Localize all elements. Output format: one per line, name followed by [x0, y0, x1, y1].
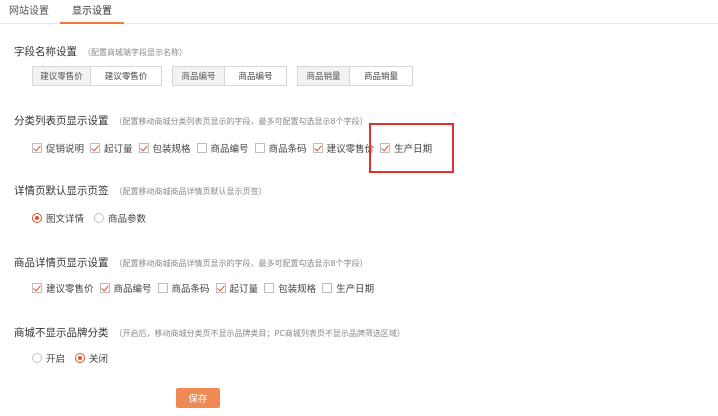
radio-unselected-icon[interactable] [32, 353, 42, 363]
save-button[interactable]: 保存 [176, 388, 220, 408]
detail-tab-title: 详情页默认显示页签 （配置移动商城商品详情页默认显示页签） [14, 183, 267, 198]
checkbox-label: 起订量 [229, 284, 259, 295]
radio-option[interactable]: 关闭 [75, 351, 108, 365]
checkbox-unchecked-icon[interactable] [157, 283, 168, 293]
checkbox-option[interactable]: 促销说明 [32, 141, 84, 155]
brand-category-options: 开启 关闭 [32, 351, 118, 365]
field-pair-product-code: 商品编号 商品编号 [172, 66, 287, 86]
checkbox-label: 促销说明 [46, 144, 85, 155]
field-pair-label: 建议零售价 [33, 67, 91, 85]
radio-selected-icon[interactable] [32, 213, 42, 223]
field-pair-label: 商品销量 [298, 67, 350, 85]
checkbox-option[interactable]: 建议零售价 [312, 141, 375, 155]
radio-unselected-icon[interactable] [94, 213, 105, 223]
highlight-box [369, 123, 454, 173]
checkbox-label: 生产日期 [336, 284, 375, 295]
category-list-title: 分类列表页显示设置 （配置移动商城分类列表页显示的字段，最多可配置勾选显示8个字段… [14, 113, 368, 128]
checkbox-option[interactable]: 商品条码 [157, 281, 210, 295]
checkbox-unchecked-icon[interactable] [196, 143, 207, 153]
tab-site-settings[interactable]: 网站设置 [9, 5, 49, 24]
checkbox-option[interactable]: 生产日期 [322, 281, 374, 295]
checkbox-option[interactable]: 起订量 [215, 281, 259, 295]
checkbox-unchecked-icon[interactable] [264, 283, 275, 293]
radio-selected-icon[interactable] [75, 353, 86, 363]
checkbox-label: 建议零售价 [326, 144, 375, 155]
checkbox-checked-icon[interactable] [215, 283, 226, 293]
checkbox-unchecked-icon[interactable] [322, 283, 333, 293]
checkbox-checked-icon[interactable] [32, 143, 42, 153]
retail-price-name-input[interactable]: 建议零售价 [91, 67, 161, 85]
brand-category-hint: （开启后，移动商城分类页不显示品牌类目；PC商城列表页不显示品牌筛选区域） [114, 329, 405, 338]
radio-label: 商品参数 [108, 214, 147, 225]
checkbox-label: 商品编号 [113, 284, 152, 295]
checkbox-label: 商品条码 [171, 284, 210, 295]
product-detail-heading: 商品详情页显示设置 [14, 257, 109, 269]
checkbox-checked-icon[interactable] [90, 143, 101, 153]
radio-label: 关闭 [89, 354, 109, 365]
radio-label: 图文详情 [46, 214, 85, 225]
field-pair-retail-price: 建议零售价 建议零售价 [32, 66, 162, 86]
product-code-name-input[interactable]: 商品编号 [225, 67, 286, 85]
category-list-hint: （配置移动商城分类列表页显示的字段，最多可配置勾选显示8个字段） [114, 117, 368, 126]
checkbox-option[interactable]: 包装规格 [264, 281, 316, 295]
settings-tabs: 网站设置 显示设置 [0, 0, 718, 24]
detail-tab-heading: 详情页默认显示页签 [14, 185, 109, 197]
sales-name-input[interactable]: 商品销量 [350, 67, 412, 85]
product-detail-hint: （配置移动商城商品详情页显示的字段，最多可配置勾选显示8个字段） [114, 259, 368, 268]
checkbox-checked-icon[interactable] [138, 143, 149, 153]
checkbox-label: 起订量 [104, 144, 133, 155]
radio-option[interactable]: 图文详情 [32, 211, 84, 225]
detail-tab-hint: （配置移动商城商品详情页默认显示页签） [114, 187, 267, 196]
checkbox-label: 商品编号 [210, 144, 249, 155]
radio-option[interactable]: 商品参数 [94, 211, 146, 225]
field-names-heading: 字段名称设置 [14, 46, 77, 58]
radio-option[interactable]: 开启 [32, 351, 65, 365]
checkbox-unchecked-icon[interactable] [254, 143, 265, 153]
field-names-title: 字段名称设置 （配置商城端字段显示名称） [14, 44, 187, 59]
detail-tab-options: 图文详情 商品参数 [32, 211, 156, 225]
checkbox-checked-icon[interactable] [32, 283, 42, 293]
product-detail-options: 建议零售价 商品编号 商品条码 起订量 包装规格 生产日期 [32, 281, 380, 295]
checkbox-option[interactable]: 包装规格 [138, 141, 191, 155]
field-names-hint: （配置商城端字段显示名称） [83, 48, 187, 57]
checkbox-label: 包装规格 [152, 144, 191, 155]
checkbox-checked-icon[interactable] [99, 283, 110, 293]
checkbox-checked-icon[interactable] [312, 143, 323, 153]
field-pair-label: 商品编号 [173, 67, 225, 85]
checkbox-label: 商品条码 [268, 144, 307, 155]
checkbox-option[interactable]: 商品条码 [254, 141, 307, 155]
brand-category-heading: 商城不显示品牌分类 [14, 327, 109, 339]
category-list-heading: 分类列表页显示设置 [14, 115, 109, 127]
checkbox-label: 建议零售价 [46, 284, 94, 295]
field-pair-sales: 商品销量 商品销量 [297, 66, 413, 86]
checkbox-option[interactable]: 起订量 [90, 141, 133, 155]
brand-category-title: 商城不显示品牌分类 （开启后，移动商城分类页不显示品牌类目；PC商城列表页不显示品… [14, 325, 405, 340]
tab-display-settings[interactable]: 显示设置 [60, 5, 124, 24]
checkbox-label: 包装规格 [278, 284, 317, 295]
radio-label: 开启 [46, 354, 66, 365]
product-detail-title: 商品详情页显示设置 （配置移动商城商品详情页显示的字段，最多可配置勾选显示8个字段… [14, 255, 368, 270]
checkbox-option[interactable]: 建议零售价 [32, 281, 94, 295]
checkbox-option[interactable]: 商品编号 [196, 141, 249, 155]
checkbox-option[interactable]: 商品编号 [99, 281, 152, 295]
